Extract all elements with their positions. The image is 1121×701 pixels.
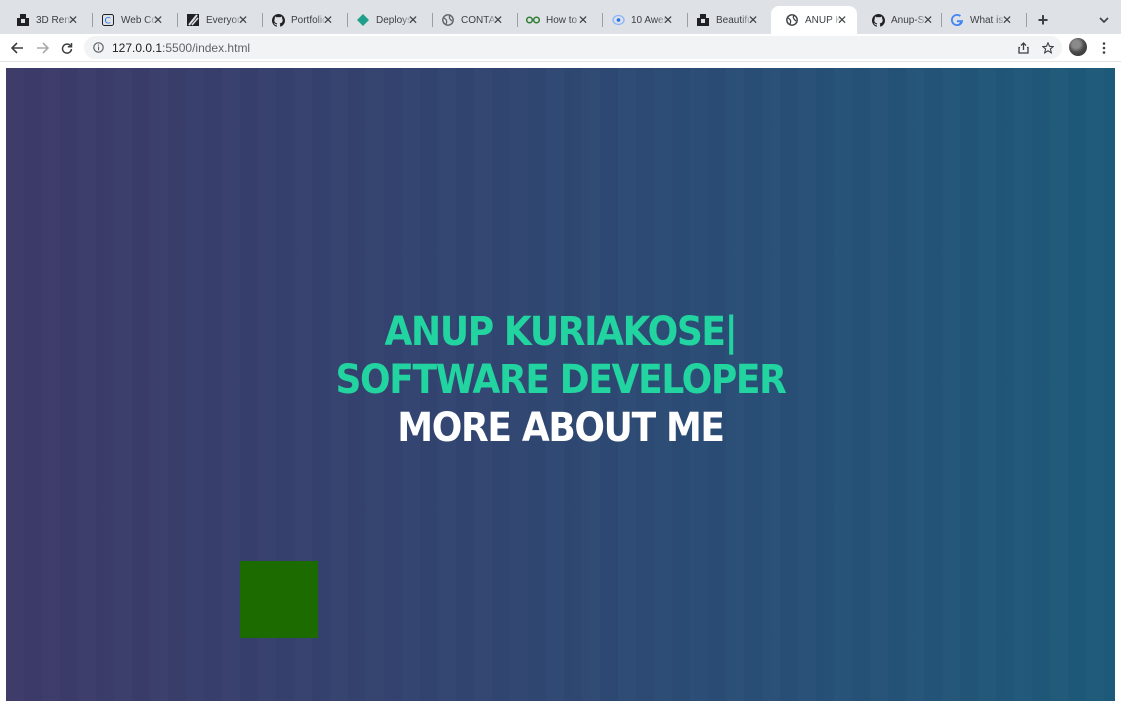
- cube-icon: [16, 13, 30, 27]
- webcode-icon: C: [101, 13, 115, 27]
- close-icon[interactable]: ✕: [406, 13, 420, 27]
- tab-what-is[interactable]: What is ✕: [936, 6, 1022, 34]
- close-icon[interactable]: ✕: [1000, 13, 1014, 27]
- github-icon: [871, 13, 885, 27]
- close-icon[interactable]: ✕: [66, 13, 80, 27]
- tab-search-button[interactable]: [1093, 9, 1115, 31]
- cube-icon: [696, 13, 710, 27]
- forward-button[interactable]: [31, 37, 53, 59]
- arrow-right-icon: [36, 42, 49, 54]
- everyone-icon: [186, 13, 200, 27]
- avatar[interactable]: [1069, 38, 1087, 56]
- info-icon[interactable]: [84, 42, 112, 53]
- close-icon[interactable]: ✕: [151, 13, 165, 27]
- tab-separator: [1026, 13, 1027, 27]
- tab-contact[interactable]: CONTACT ✕: [427, 6, 513, 34]
- svg-text:C: C: [105, 17, 111, 27]
- close-icon[interactable]: ✕: [835, 13, 849, 27]
- netlify-icon: [356, 13, 370, 27]
- tab-anup-k[interactable]: ANUP K ✕: [771, 6, 857, 34]
- plus-icon: +: [1037, 9, 1049, 30]
- about-link[interactable]: MORE ABOUT ME: [61, 404, 1059, 452]
- chevron-down-icon: [1099, 17, 1109, 23]
- tab-beautiful[interactable]: Beautiful ✕: [682, 6, 768, 34]
- url-path: :5500/index.html: [162, 40, 251, 55]
- heading-role: SOFTWARE DEVELOPER: [335, 357, 786, 403]
- tab-everyone[interactable]: Everyone ✕: [172, 6, 258, 34]
- reload-button[interactable]: [56, 37, 78, 59]
- star-icon: [1042, 42, 1054, 54]
- address-bar[interactable]: 127.0.0.1:5500/index.html: [84, 36, 1062, 59]
- tab-how-to[interactable]: How to ✕: [512, 6, 598, 34]
- heading-name: ANUP KURIAKOSE|: [384, 309, 738, 355]
- globe-icon: [441, 13, 455, 27]
- close-icon[interactable]: ✕: [576, 13, 590, 27]
- close-icon[interactable]: ✕: [746, 13, 760, 27]
- tab-deploys[interactable]: Deploys ✕: [342, 6, 428, 34]
- bookmark-button[interactable]: [1037, 37, 1059, 59]
- close-icon[interactable]: ✕: [321, 13, 335, 27]
- close-icon[interactable]: ✕: [661, 13, 675, 27]
- tab-anup-s[interactable]: Anup-S ✕: [857, 6, 943, 34]
- globe-icon: [785, 13, 799, 27]
- toolbar-divider: [0, 61, 1121, 62]
- tab-strip: 3D Render ✕ C Web Code ✕ Everyone ✕ Port…: [0, 0, 1121, 34]
- menu-button[interactable]: [1096, 37, 1112, 59]
- url-host: 127.0.0.1: [112, 40, 163, 55]
- page-viewport: ANUP KURIAKOSE| SOFTWARE DEVELOPER MORE …: [6, 68, 1115, 701]
- toolbar: 127.0.0.1:5500/index.html: [0, 34, 1121, 61]
- tab-portfolio[interactable]: Portfolio ✕: [257, 6, 343, 34]
- close-icon[interactable]: ✕: [236, 13, 250, 27]
- close-icon[interactable]: ✕: [491, 13, 505, 27]
- new-tab-button[interactable]: +: [1032, 9, 1054, 31]
- url-text: 127.0.0.1:5500/index.html: [112, 41, 250, 55]
- tab-3d-render[interactable]: 3D Render ✕: [2, 6, 88, 34]
- green-box: [240, 561, 318, 638]
- back-button[interactable]: [6, 37, 28, 59]
- google-icon: [950, 13, 964, 27]
- glasses-icon: [526, 13, 540, 27]
- tab-10-awesome[interactable]: 10 Awesome ✕: [597, 6, 683, 34]
- arrow-left-icon: [10, 42, 23, 54]
- hero-heading: ANUP KURIAKOSE| SOFTWARE DEVELOPER MORE …: [61, 308, 1059, 452]
- reload-icon: [61, 43, 73, 54]
- share-button[interactable]: [1012, 37, 1034, 59]
- eye-icon: [611, 13, 625, 27]
- share-icon: [1017, 42, 1029, 54]
- kebab-menu-icon: [1102, 42, 1106, 54]
- github-icon: [271, 13, 285, 27]
- close-icon[interactable]: ✕: [921, 13, 935, 27]
- tab-web-code[interactable]: C Web Code ✕: [87, 6, 173, 34]
